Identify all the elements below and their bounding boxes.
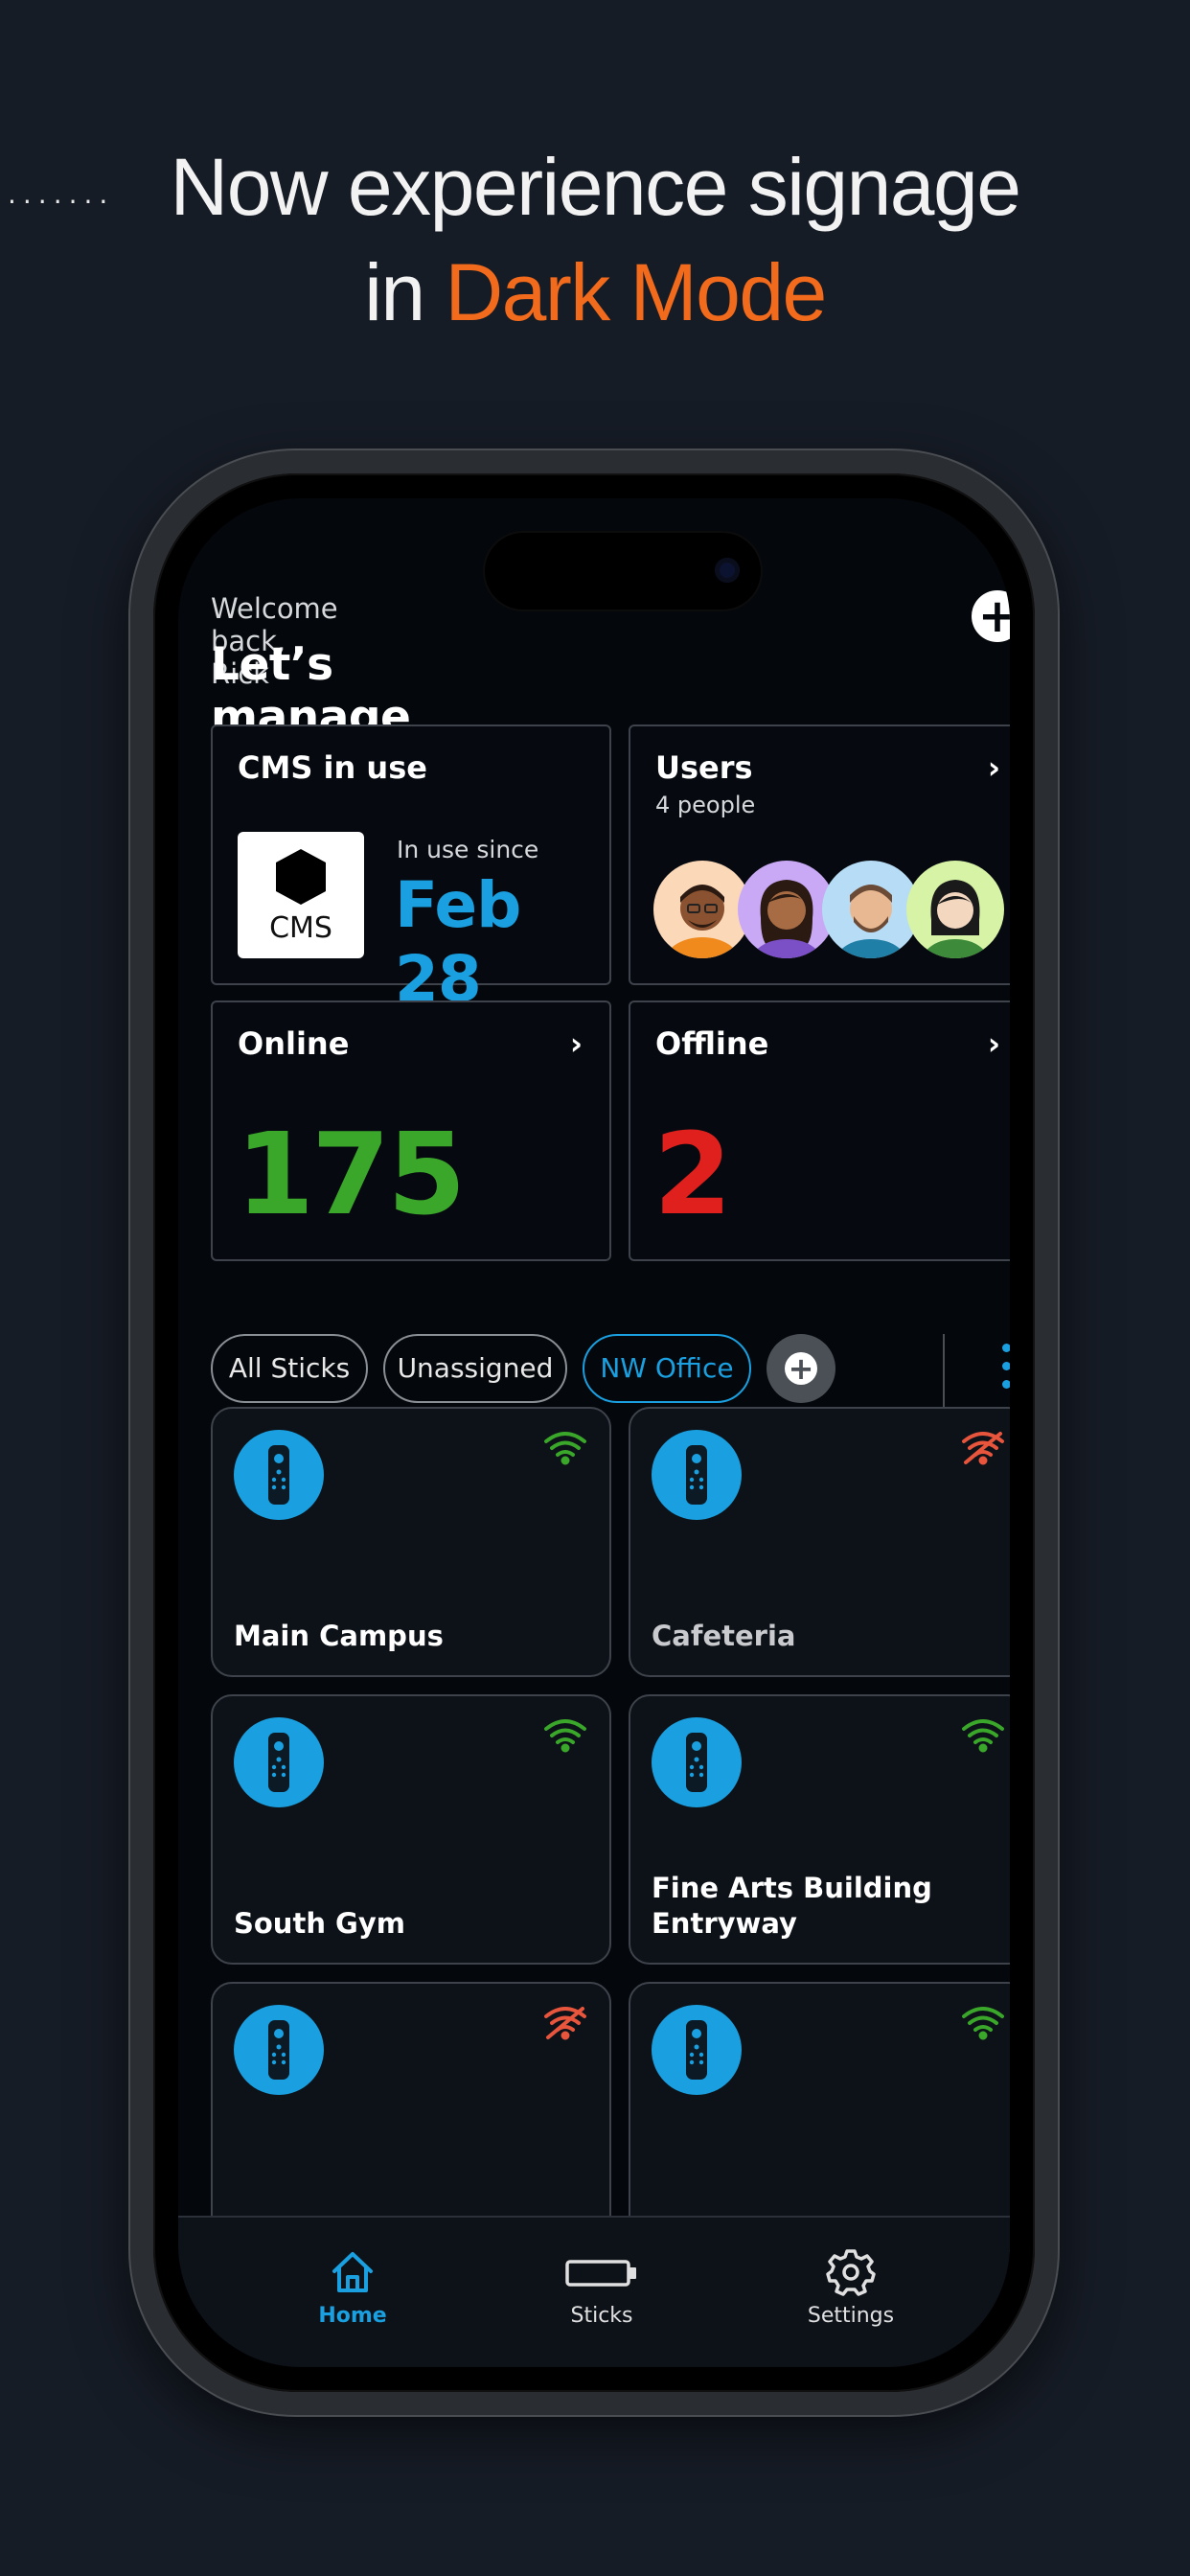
phone-frame: Welcome back, Rick Let’s manage your Sti… [130, 450, 1058, 2415]
headline-accent: Dark Mode [445, 247, 827, 337]
tab-bar: Home Sticks Settings [178, 2216, 1010, 2367]
avatar [653, 861, 751, 958]
stick-name: South Gym [234, 1907, 405, 1940]
camera-lens [715, 558, 740, 583]
offline-card[interactable]: Offline › 2 [629, 1000, 1010, 1261]
dynamic-island [485, 533, 761, 610]
remote-icon [652, 1430, 742, 1520]
plus-circle-icon[interactable]: + [972, 590, 1010, 642]
stick-tile[interactable]: Cafeteria [629, 1407, 1010, 1677]
online-card-title: Online [238, 1025, 350, 1062]
in-use-since-label: In use since [397, 836, 539, 863]
phone-bezel: Welcome back, Rick Let’s manage your Sti… [153, 473, 1035, 2392]
wifi-off-icon [960, 1430, 1006, 1470]
remote-icon [652, 1717, 742, 1807]
offline-count: 2 [653, 1108, 732, 1240]
remote-icon [234, 2005, 324, 2095]
headline-prefix: in [364, 247, 446, 337]
wifi-off-icon [542, 2005, 588, 2045]
tab-home[interactable]: Home [276, 2246, 429, 2328]
cms-card-title: CMS in use [238, 749, 427, 786]
stick-name: Fine Arts Building Entryway [652, 1872, 932, 1940]
tab-sticks-label: Sticks [570, 2304, 633, 2328]
in-use-since-date: Feb 28 [395, 868, 521, 1016]
users-card[interactable]: Users › 4 people [629, 724, 1010, 985]
promo-headline: Now experience signage in Dark Mode [0, 134, 1190, 345]
avatar [822, 861, 920, 958]
online-card[interactable]: Online › 175 [211, 1000, 611, 1261]
home-icon [276, 2246, 429, 2298]
phone-screen: Welcome back, Rick Let’s manage your Sti… [178, 498, 1010, 2367]
wifi-icon [960, 2005, 1006, 2045]
add-group-button[interactable]: + [767, 1334, 835, 1403]
users-card-title: Users [655, 749, 753, 786]
chevron-right-icon: › [569, 1025, 583, 1062]
remote-icon [652, 2005, 742, 2095]
remote-icon [234, 1717, 324, 1807]
chevron-right-icon: › [987, 1025, 1000, 1062]
wifi-icon [960, 1717, 1006, 1758]
online-count: 175 [236, 1108, 466, 1240]
plus-icon: + [785, 1352, 817, 1385]
stick-icon [525, 2246, 678, 2298]
wifi-icon [542, 1717, 588, 1758]
hexagon-icon [276, 849, 326, 905]
headline-line-1: Now experience signage [170, 142, 1021, 232]
filter-chips: All Sticks Unassigned NW Office + [211, 1334, 1010, 1407]
wifi-icon [542, 1430, 588, 1470]
stick-name: Main Campus [234, 1620, 444, 1652]
cms-card: CMS in use CMS In use since Feb 28 [211, 724, 611, 1016]
tab-settings[interactable]: Settings [774, 2246, 927, 2328]
stick-tile[interactable]: Main Campus [211, 1407, 611, 1677]
tab-home-label: Home [318, 2304, 387, 2328]
cms-logo: CMS [238, 832, 364, 958]
offline-card-title: Offline [655, 1025, 769, 1062]
chip-nw-office[interactable]: NW Office [583, 1334, 751, 1403]
stick-tile[interactable]: South Gym [211, 1694, 611, 1965]
avatar [906, 861, 1004, 958]
stick-tile[interactable] [629, 1982, 1010, 2252]
users-count: 4 people [655, 792, 756, 818]
gear-icon [774, 2246, 927, 2298]
cms-logo-text: CMS [269, 911, 332, 945]
chip-all-sticks[interactable]: All Sticks [211, 1334, 368, 1403]
stick-tile[interactable] [211, 1982, 611, 2252]
tab-sticks[interactable]: Sticks [525, 2246, 678, 2328]
chips-divider [943, 1334, 945, 1407]
more-vertical-icon[interactable] [996, 1344, 1010, 1397]
headline-line-2: in Dark Mode [0, 240, 1190, 345]
tab-settings-label: Settings [807, 2304, 895, 2328]
stick-tile[interactable]: Fine Arts Building Entryway [629, 1694, 1010, 1965]
chevron-right-icon: › [987, 749, 1000, 786]
avatar [738, 861, 835, 958]
remote-icon [234, 1430, 324, 1520]
chip-unassigned[interactable]: Unassigned [383, 1334, 567, 1403]
stick-name: Cafeteria [652, 1620, 796, 1652]
